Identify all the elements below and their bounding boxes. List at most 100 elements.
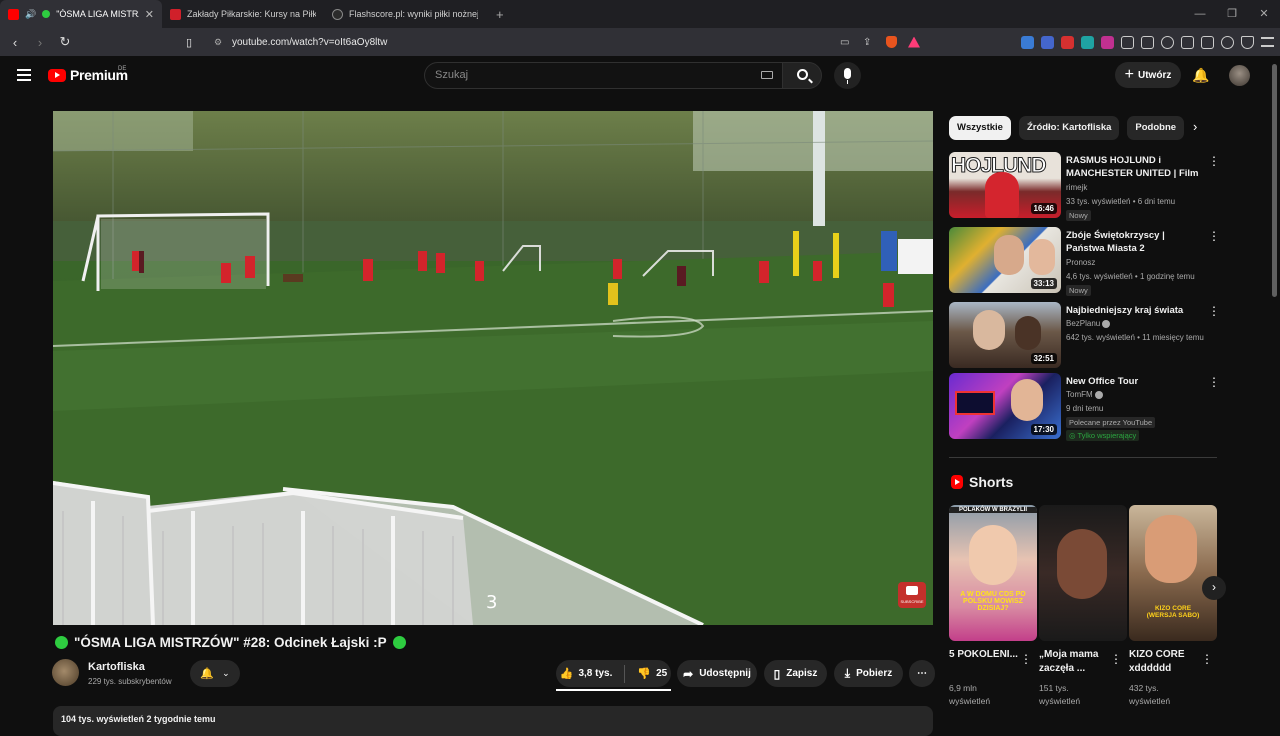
keyboard-icon[interactable] — [761, 71, 773, 79]
logo-country: DE — [118, 66, 127, 72]
save-button[interactable]: ▯ Zapisz — [764, 660, 827, 687]
site-settings-icon[interactable]: ⚙ — [214, 37, 222, 48]
short-title[interactable]: „Moja mama zaczęła ... — [1039, 648, 1109, 676]
short-views: 6,9 mln wyświetleń — [949, 683, 991, 706]
close-tab-icon[interactable]: ✕ — [145, 8, 154, 21]
hamburger-menu-icon[interactable] — [17, 69, 31, 81]
recommendation-channel[interactable]: BezPlanu — [1066, 319, 1111, 328]
minimize-icon[interactable]: — — [1184, 0, 1216, 28]
recommendation-title[interactable]: New Office Tour — [1066, 375, 1204, 388]
recommendation-item[interactable]: HOJLUND 16:46 RASMUS HOJLUND i MANCHESTE… — [949, 152, 1220, 221]
recommendation-item[interactable]: 32:51 Najbiedniejszy kraj świata BezPlan… — [949, 302, 1220, 368]
recommendation-item[interactable]: 17:30 New Office Tour TomFM 9 dni temu P… — [949, 373, 1220, 441]
new-tab-icon[interactable]: + — [496, 7, 504, 22]
short-thumbnail[interactable]: POLAKÓW W BRAZYLII A W DOMU CDS PO POLSK… — [949, 505, 1037, 641]
back-icon[interactable]: ‹ — [5, 35, 25, 50]
avatar[interactable] — [1229, 65, 1250, 86]
recommendation-item[interactable]: 33:13 Zbóje Świętokrzyscy | Państwa Mias… — [949, 227, 1220, 296]
puzzle-icon[interactable] — [1121, 35, 1134, 49]
channel-avatar[interactable] — [52, 659, 79, 686]
voice-search-icon[interactable] — [834, 62, 861, 89]
url-field[interactable]: ▯ ⚙ youtube.com/watch?v=oIt6aOy8ltw ▭ ⇪ — [180, 31, 925, 53]
description-box[interactable]: 104 tys. wyświetleń 2 tygodnie temu — [53, 706, 933, 736]
chip-all[interactable]: Wszystkie — [949, 116, 1011, 140]
video-player[interactable] — [53, 111, 933, 625]
recommendation-title[interactable]: Najbiedniejszy kraj świata — [1066, 304, 1204, 317]
leo-icon[interactable] — [1221, 35, 1234, 49]
more-vertical-icon[interactable]: ⋮ — [1201, 652, 1213, 666]
forward-icon[interactable]: › — [30, 35, 50, 50]
window-controls: — ❐ ✕ — [1184, 0, 1280, 28]
extension-icon[interactable] — [1081, 35, 1094, 49]
subscribed-notifications-button[interactable]: 🔔 ⌄ — [190, 660, 240, 687]
short-title[interactable]: KIZO CORE xdddddd — [1129, 648, 1199, 676]
search-button[interactable] — [782, 62, 822, 89]
dislike-button[interactable]: 👎 25 — [637, 667, 667, 680]
extension-icon[interactable] — [1021, 35, 1034, 49]
maximize-icon[interactable]: ❐ — [1216, 0, 1248, 28]
youtube-logo[interactable]: Premium — [48, 67, 128, 83]
thumbs-up-icon: 👍 — [559, 668, 574, 680]
page-scrollbar[interactable] — [1272, 64, 1277, 297]
description-meta: 104 tys. wyświetleń 2 tygodnie temu — [61, 714, 216, 724]
channel-name[interactable]: Kartofliska — [88, 661, 145, 673]
short-thumbnail[interactable] — [1039, 505, 1127, 641]
recommendation-title[interactable]: Zbóje Świętokrzyscy | Państwa Miasta 2 — [1066, 229, 1204, 255]
notifications-bell-icon[interactable]: 🔔 — [1192, 67, 1209, 83]
create-label: Utwórz — [1138, 69, 1172, 81]
short-title[interactable]: 5 POKOLENI... — [949, 648, 1019, 662]
share-button[interactable]: ➦ Udostępnij — [677, 660, 757, 687]
download-icon: ⤓ — [844, 666, 851, 680]
bookmark-icon[interactable]: ▯ — [186, 36, 192, 49]
cast-icon[interactable]: ▭ — [840, 37, 849, 48]
brave-shield-icon[interactable] — [886, 36, 897, 48]
recommendation-title[interactable]: RASMUS HOJLUND i MANCHESTER UNITED | Fil… — [1066, 154, 1204, 180]
more-vertical-icon[interactable]: ⋮ — [1208, 304, 1220, 318]
browser-tab-youtube[interactable]: 🔊 "ÓSMA LIGA MISTRZÓW" ✕ — [0, 0, 162, 28]
shorts-next-button[interactable]: › — [1202, 576, 1226, 600]
more-vertical-icon[interactable]: ⋮ — [1208, 229, 1220, 243]
extension-icon[interactable] — [1101, 35, 1114, 49]
wallet-icon[interactable] — [1201, 35, 1214, 49]
short-thumbnail[interactable]: KIZO CORE (WERSJA SABO) — [1129, 505, 1217, 641]
more-vertical-icon[interactable]: ⋮ — [1020, 652, 1032, 666]
share-page-icon[interactable]: ⇪ — [863, 37, 871, 48]
create-button[interactable]: + Utwórz — [1115, 62, 1181, 88]
extension-icon[interactable] — [1041, 35, 1054, 49]
recommendation-channel[interactable]: TomFM — [1066, 390, 1103, 399]
reload-icon[interactable]: ↻ — [55, 34, 75, 50]
browser-tab-bets[interactable]: Zakłady Piłkarskie: Kursy na Piłkę No.. — [162, 0, 324, 28]
like-button[interactable]: 👍 3,8 tys. — [560, 667, 613, 680]
chips-next-icon[interactable]: › — [1193, 119, 1197, 134]
audio-icon[interactable]: 🔊 — [25, 9, 36, 20]
more-vertical-icon[interactable]: ⋮ — [1208, 154, 1220, 168]
sidebar-icon[interactable] — [1181, 35, 1194, 49]
music-icon[interactable] — [1161, 35, 1174, 49]
subscribe-watermark-icon[interactable]: SUBSCRIBE — [898, 582, 926, 608]
like-dislike-group: 👍 3,8 tys. 👎 25 — [556, 660, 671, 687]
video-thumbnail[interactable]: 32:51 — [949, 302, 1061, 368]
more-vertical-icon[interactable]: ⋮ — [1208, 375, 1220, 389]
close-window-icon[interactable]: ✕ — [1248, 0, 1280, 28]
menu-icon[interactable] — [1261, 37, 1274, 47]
recommendation-channel-text: TomFM — [1066, 390, 1093, 399]
brave-rewards-icon[interactable] — [908, 36, 920, 48]
more-actions-button[interactable]: ⋯ — [909, 660, 935, 687]
address-bar: ‹ › ↻ ▯ ⚙ youtube.com/watch?v=oIt6aOy8lt… — [0, 28, 1280, 56]
browser-tab-flashscore[interactable]: Flashscore.pl: wyniki piłki nożnej, wy.. — [324, 0, 486, 28]
extension-icon[interactable] — [1061, 35, 1074, 49]
chip-source[interactable]: Źródło: Kartofliska — [1018, 116, 1120, 140]
download-button[interactable]: ⤓ Pobierz — [834, 660, 903, 687]
vpn-shield-icon[interactable] — [1241, 35, 1254, 49]
more-vertical-icon[interactable]: ⋮ — [1110, 652, 1122, 666]
video-thumbnail[interactable]: HOJLUND 16:46 — [949, 152, 1061, 218]
recommendation-channel[interactable]: rimejk — [1066, 183, 1087, 192]
chip-related[interactable]: Podobne — [1127, 116, 1185, 140]
flashscore-favicon-icon — [332, 8, 343, 20]
search-input[interactable]: Szukaj — [424, 62, 782, 89]
video-thumbnail[interactable]: 33:13 — [949, 227, 1061, 293]
recommendation-channel[interactable]: Pronosz — [1066, 258, 1095, 267]
video-thumbnail[interactable]: 17:30 — [949, 373, 1061, 439]
extension-icon[interactable] — [1141, 35, 1154, 49]
duration-badge: 16:46 — [1030, 203, 1057, 214]
